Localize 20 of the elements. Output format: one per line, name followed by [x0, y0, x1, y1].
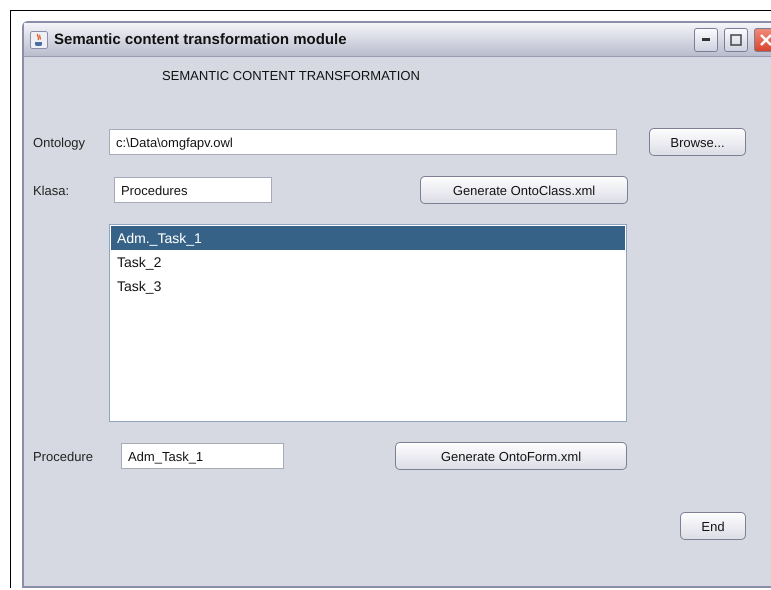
- ontology-label: Ontology: [33, 134, 86, 150]
- klasa-field[interactable]: Procedures: [114, 177, 272, 203]
- minimize-button[interactable]: [694, 28, 718, 52]
- list-item[interactable]: Adm._Task_1: [111, 226, 625, 250]
- heading-label: SEMANTIC CONTENT TRANSFORMATION: [162, 68, 420, 83]
- procedure-field[interactable]: Adm_Task_1: [121, 443, 284, 469]
- klasa-label: Klasa:: [33, 182, 70, 198]
- close-button[interactable]: [754, 28, 771, 52]
- ontology-field[interactable]: c:\Data\omgfapv.owl: [109, 129, 617, 155]
- browse-button[interactable]: Browse...: [649, 128, 746, 156]
- procedure-label: Procedure: [33, 448, 94, 464]
- minimize-icon: [702, 38, 710, 41]
- coffee-cup-icon: [30, 30, 48, 48]
- generate-ontoform-button[interactable]: Generate OntoForm.xml: [395, 442, 627, 470]
- generate-ontoclass-button[interactable]: Generate OntoClass.xml: [420, 176, 628, 204]
- close-icon: [759, 32, 771, 46]
- maximize-icon: [730, 34, 742, 46]
- window-title: Semantic content transformation module: [54, 31, 348, 48]
- maximize-button[interactable]: [724, 28, 748, 52]
- end-button[interactable]: End: [680, 512, 746, 540]
